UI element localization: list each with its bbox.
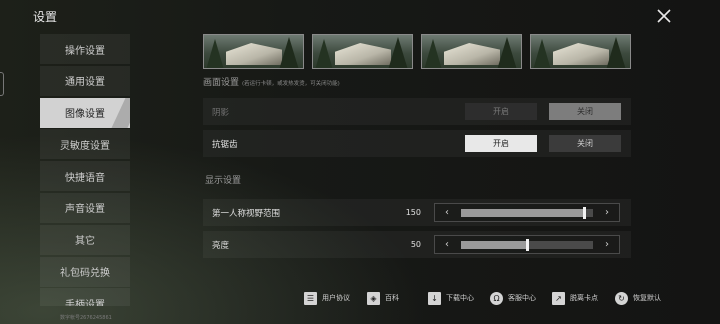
- antialias-off-button[interactable]: 关闭: [549, 135, 621, 152]
- sidebar-item-gift-code[interactable]: 礼包码兑换: [40, 256, 130, 287]
- fov-value: 150: [405, 208, 421, 217]
- brightness-value: 50: [410, 240, 421, 249]
- chevron-left-icon[interactable]: ‹: [440, 206, 454, 219]
- restore-default-button[interactable]: ↻ 恢复默认: [615, 290, 661, 306]
- account-id: 数字帐号2676245861: [60, 315, 112, 321]
- download-center-button[interactable]: ↓ 下载中心: [428, 290, 474, 306]
- chevron-left-icon[interactable]: ‹: [440, 238, 454, 251]
- wiki-button[interactable]: ◈ 百科: [367, 290, 399, 306]
- brightness-label: 亮度: [212, 240, 230, 251]
- document-icon: ☰: [304, 291, 317, 305]
- graphics-title: 画面设置: [203, 78, 240, 88]
- preset-thumbnail[interactable]: [421, 34, 522, 69]
- user-agreement-label: 用户协议: [322, 294, 350, 302]
- sidebar-item-sound[interactable]: 声音设置: [40, 192, 130, 223]
- close-icon[interactable]: [655, 7, 673, 25]
- brightness-slider-fill: [461, 241, 527, 249]
- unstuck-label: 脱离卡点: [570, 294, 598, 302]
- refresh-icon: ↻: [615, 291, 628, 305]
- fov-row: 第一人称视野范围 150 ‹ ›: [203, 199, 631, 226]
- support-label: 客服中心: [508, 294, 536, 302]
- sidebar-item-other[interactable]: 其它: [40, 224, 130, 255]
- brightness-slider: ‹ ›: [434, 235, 620, 254]
- restore-label: 恢复默认: [633, 294, 661, 302]
- page-title: 设置: [33, 10, 58, 24]
- shadow-on-button[interactable]: 开启: [465, 103, 537, 120]
- sidebar: 操作设置 通用设置 图像设置 灵敏度设置 快捷语音 声音设置 其它 礼包码兑换 …: [40, 34, 130, 306]
- support-center-button[interactable]: Ω 客服中心: [490, 290, 536, 306]
- preset-thumbnail[interactable]: [312, 34, 413, 69]
- graphics-note: (若运行卡顿，或发热发烫，可关闭功能): [242, 81, 340, 87]
- user-agreement-button[interactable]: ☰ 用户协议: [304, 290, 350, 306]
- sidebar-item-operation[interactable]: 操作设置: [40, 34, 130, 64]
- sidebar-item-controller[interactable]: 手柄设置: [40, 288, 130, 306]
- chevron-right-icon[interactable]: ›: [600, 206, 614, 219]
- download-icon: ↓: [428, 291, 441, 305]
- download-label: 下载中心: [446, 294, 474, 302]
- sidebar-item-sensitivity[interactable]: 灵敏度设置: [40, 129, 130, 160]
- display-section-title: 显示设置: [205, 176, 242, 186]
- fov-slider: ‹ ›: [434, 203, 620, 222]
- shadow-row: 阴影 开启 关闭: [203, 98, 631, 125]
- shadow-label: 阴影: [212, 107, 230, 118]
- graphics-preset-thumbnails: [203, 34, 633, 70]
- chevron-right-icon[interactable]: ›: [600, 238, 614, 251]
- fov-label: 第一人称视野范围: [212, 208, 281, 219]
- antialias-on-button[interactable]: 开启: [465, 135, 537, 152]
- preset-thumbnail[interactable]: [203, 34, 304, 69]
- unstuck-button[interactable]: ↗ 脱离卡点: [552, 290, 598, 306]
- sidebar-item-general[interactable]: 通用设置: [40, 65, 130, 96]
- preset-thumbnail[interactable]: [530, 34, 631, 69]
- graphics-section-title: 画面设置 (若运行卡顿，或发热发烫，可关闭功能): [203, 75, 340, 88]
- headset-icon: Ω: [490, 291, 503, 305]
- fov-slider-track[interactable]: [461, 207, 593, 219]
- edge-handle[interactable]: [0, 72, 4, 96]
- wiki-label: 百科: [385, 294, 399, 302]
- fov-slider-fill: [461, 209, 584, 217]
- antialias-row: 抗锯齿 开启 关闭: [203, 130, 631, 157]
- antialias-label: 抗锯齿: [212, 139, 238, 150]
- book-icon: ◈: [367, 291, 380, 305]
- fov-slider-handle[interactable]: [583, 207, 586, 219]
- brightness-slider-handle[interactable]: [526, 239, 529, 251]
- escape-icon: ↗: [552, 291, 565, 305]
- brightness-slider-track[interactable]: [461, 239, 593, 251]
- brightness-row: 亮度 50 ‹ ›: [203, 231, 631, 258]
- sidebar-item-graphics[interactable]: 图像设置: [40, 97, 130, 128]
- shadow-off-button[interactable]: 关闭: [549, 103, 621, 120]
- sidebar-item-quick-voice[interactable]: 快捷语音: [40, 161, 130, 192]
